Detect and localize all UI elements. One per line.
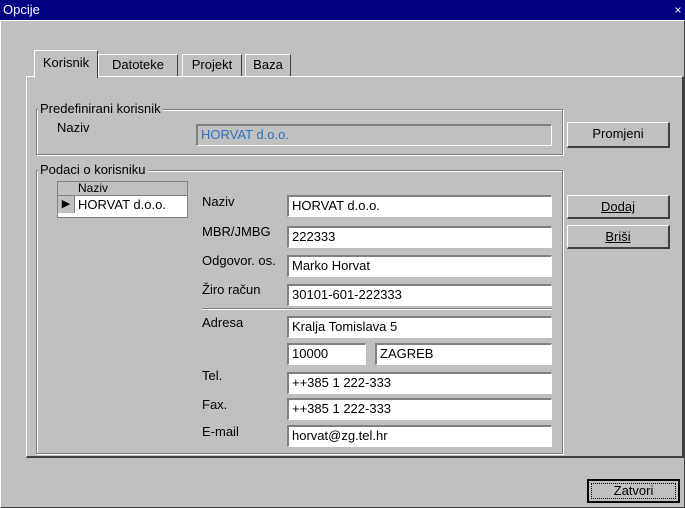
adresa-field[interactable]: Kralja Tomislava 5 [287, 316, 552, 338]
table-row[interactable]: ▶ HORVAT d.o.o. [58, 196, 187, 213]
city-field[interactable]: ZAGREB [375, 343, 552, 365]
close-icon[interactable]: × [672, 2, 684, 18]
predefined-name-field[interactable]: HORVAT d.o.o. [196, 124, 552, 146]
change-button-label: Promjeni [592, 126, 644, 141]
delete-button[interactable]: Briši [567, 225, 670, 249]
fax-field[interactable]: ++385 1 222-333 [287, 398, 552, 420]
odgovorna-osoba-label: Odgovor. os. [202, 253, 276, 268]
postcode-field[interactable]: 10000 [287, 343, 366, 365]
title-bar: Opcije × [0, 0, 685, 20]
naziv-label: Naziv [202, 194, 235, 209]
change-button[interactable]: Promjeni [567, 122, 670, 148]
tel-label: Tel. [202, 368, 223, 383]
mbr-label: MBR/JMBG [202, 224, 271, 239]
grid-column-header[interactable]: Naziv [58, 182, 187, 196]
ziro-racun-label: Žiro račun [202, 282, 261, 297]
adresa-label: Adresa [202, 315, 244, 330]
odgovorna-osoba-field[interactable]: Marko Horvat [287, 255, 552, 277]
email-label: E-mail [202, 424, 239, 439]
predefined-name-label: Naziv [57, 120, 90, 135]
ziro-racun-field[interactable]: 30101-601-222333 [287, 284, 552, 306]
tel-field[interactable]: ++385 1 222-333 [287, 372, 552, 394]
delete-button-label: Briši [605, 229, 631, 244]
window-title: Opcije [3, 2, 40, 17]
tab-label: Datoteke [111, 57, 165, 72]
tab-datoteke[interactable]: Datoteke [98, 54, 178, 76]
tab-korisnik[interactable]: Korisnik [34, 50, 98, 78]
tab-label: Korisnik [42, 55, 90, 70]
fax-label: Fax. [202, 397, 228, 412]
tab-baza[interactable]: Baza [245, 54, 291, 76]
add-button-label: Dodaj [601, 199, 635, 214]
predefined-user-group-label: Predefinirani korisnik [38, 101, 163, 116]
user-details-group-label: Podaci o korisniku [38, 162, 148, 177]
naziv-field[interactable]: HORVAT d.o.o. [287, 195, 552, 217]
tab-label: Baza [253, 57, 283, 72]
separator [202, 308, 552, 310]
row-indicator-icon: ▶ [58, 196, 75, 213]
grid-cell-naziv: HORVAT d.o.o. [78, 197, 166, 212]
close-button[interactable]: Zatvori [587, 479, 680, 503]
email-field[interactable]: horvat@zg.tel.hr [287, 425, 552, 447]
mbr-field[interactable]: 222333 [287, 226, 552, 248]
add-button[interactable]: Dodaj [567, 195, 670, 219]
close-button-label: Zatvori [613, 483, 654, 498]
tab-projekt[interactable]: Projekt [182, 54, 242, 76]
tab-label: Projekt [191, 57, 233, 72]
users-grid[interactable]: Naziv ▶ HORVAT d.o.o. [57, 181, 188, 218]
